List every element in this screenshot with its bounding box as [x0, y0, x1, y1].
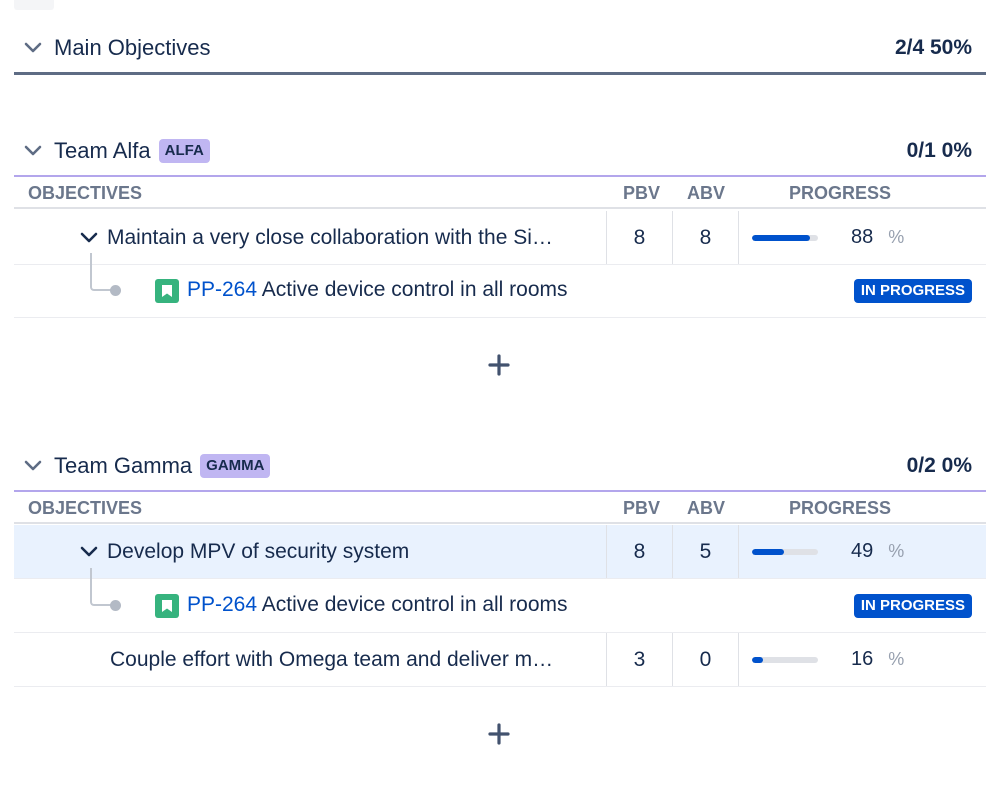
issue-key-link[interactable]: PP-264: [187, 278, 257, 301]
objective-row[interactable]: Develop MPV of security system 8 5 49 %: [14, 525, 986, 579]
chevron-down-icon[interactable]: [22, 37, 44, 59]
issue-key-link[interactable]: PP-264: [187, 593, 257, 616]
column-headers: OBJECTIVES PBV ABV PROGRESS: [14, 492, 986, 524]
add-objective-button[interactable]: [485, 351, 513, 379]
objective-title: Develop MPV of security system: [107, 539, 410, 563]
team-badge: GAMMA: [200, 454, 271, 478]
add-objective-button[interactable]: [485, 720, 513, 748]
team-summary: 0/1 0%: [906, 139, 972, 162]
chevron-down-icon[interactable]: [78, 227, 100, 249]
col-abv: ABV: [687, 498, 726, 518]
col-pbv: PBV: [623, 498, 661, 518]
main-objectives-header[interactable]: Main Objectives 2/4 50%: [14, 28, 986, 68]
story-bookmark-icon: [155, 594, 179, 618]
progress-bar: [752, 548, 818, 555]
chevron-down-icon[interactable]: [22, 455, 44, 477]
issue-summary: Active device control in all rooms: [261, 593, 568, 616]
linked-issue-row[interactable]: PP-264 Active device control in all room…: [14, 568, 986, 633]
pbv-value: 3: [633, 647, 646, 671]
team-name: Team Gamma: [54, 453, 193, 478]
abv-value: 8: [699, 225, 712, 249]
progress-bar: [752, 234, 818, 241]
main-objectives-title: Main Objectives: [54, 35, 211, 60]
percent-sign: %: [888, 649, 905, 669]
abv-value: 5: [699, 539, 712, 563]
plus-icon: [488, 354, 510, 376]
story-bookmark-icon: [155, 279, 179, 303]
tree-node-dot: [110, 285, 121, 296]
progress-value: 49: [851, 540, 874, 562]
team-summary: 0/2 0%: [906, 454, 972, 477]
percent-sign: %: [888, 541, 905, 561]
plus-icon: [488, 723, 510, 745]
linked-issue-row[interactable]: PP-264 Active device control in all room…: [14, 253, 986, 318]
col-objectives: OBJECTIVES: [28, 498, 143, 518]
col-abv: ABV: [687, 183, 726, 203]
objective-row[interactable]: Couple effort with Omega team and delive…: [14, 633, 986, 687]
issue-summary: Active device control in all rooms: [261, 278, 568, 301]
main-objectives-summary: 2/4 50%: [894, 36, 972, 59]
abv-value: 0: [699, 647, 712, 671]
pbv-value: 8: [633, 225, 646, 249]
tree-node-dot: [110, 600, 121, 611]
col-progress: PROGRESS: [789, 498, 892, 518]
status-badge: IN PROGRESS: [853, 279, 972, 303]
progress-value: 16: [851, 648, 874, 670]
col-progress: PROGRESS: [789, 183, 892, 203]
top-tab-stub: [14, 0, 54, 10]
chevron-down-icon[interactable]: [78, 541, 100, 563]
team-badge: ALFA: [158, 139, 210, 163]
progress-bar: [752, 656, 818, 663]
objective-title: Couple effort with Omega team and delive…: [110, 647, 554, 671]
col-objectives: OBJECTIVES: [28, 183, 143, 203]
percent-sign: %: [888, 227, 905, 247]
progress-value: 88: [851, 226, 874, 248]
pbv-value: 8: [633, 539, 646, 563]
column-headers: OBJECTIVES PBV ABV PROGRESS: [14, 177, 986, 209]
team-name: Team Alfa: [54, 138, 151, 163]
objective-row[interactable]: Maintain a very close collaboration with…: [14, 211, 986, 265]
objective-title: Maintain a very close collaboration with…: [107, 225, 553, 249]
team-gamma-header[interactable]: Team Gamma GAMMA 0/2 0%: [14, 446, 986, 486]
chevron-down-icon[interactable]: [22, 140, 44, 162]
main-divider: [14, 72, 986, 75]
col-pbv: PBV: [623, 183, 661, 203]
team-alfa-header[interactable]: Team Alfa ALFA 0/1 0%: [14, 131, 986, 171]
status-badge: IN PROGRESS: [853, 594, 972, 618]
